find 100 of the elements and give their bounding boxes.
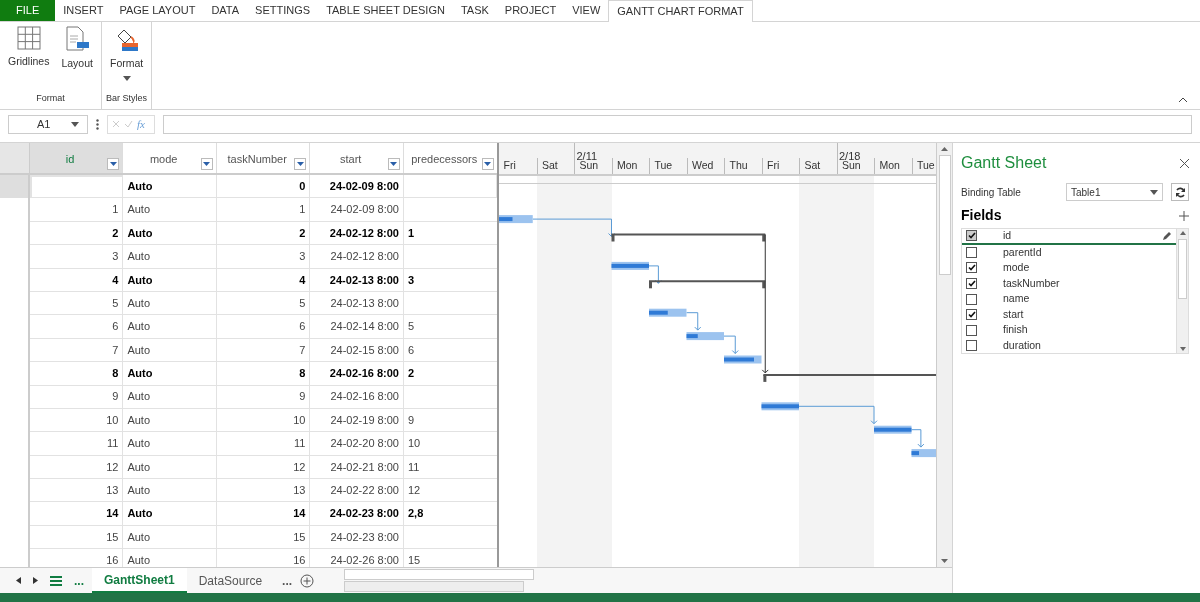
- task-bar[interactable]: [724, 355, 762, 364]
- table-cell: Auto: [123, 245, 217, 269]
- ribbon-button[interactable]: Layout: [57, 26, 97, 92]
- ribbon-tab[interactable]: INSERT: [55, 0, 112, 21]
- summary-bar[interactable]: [610, 233, 767, 242]
- horizontal-scrollbar[interactable]: [344, 581, 525, 592]
- summary-bar[interactable]: [762, 373, 936, 382]
- field-row[interactable]: parentId: [962, 244, 1176, 261]
- task-bar[interactable]: [686, 332, 725, 341]
- field-row[interactable]: name: [962, 291, 1176, 307]
- name-box[interactable]: A1: [8, 114, 88, 134]
- table-cell: 24-02-13 8:00: [310, 291, 404, 316]
- dependency-arrow: [723, 335, 740, 354]
- table-cell: 14: [216, 502, 311, 526]
- table-cell: 8: [216, 362, 311, 386]
- scroll-up-icon[interactable]: [941, 147, 948, 151]
- scrollbar-thumb[interactable]: [938, 155, 951, 275]
- table-cell: 24-02-20 8:00: [310, 432, 404, 456]
- close-icon[interactable]: [1180, 158, 1189, 168]
- scroll-down-icon[interactable]: [1179, 347, 1186, 351]
- day-label: Mon: [616, 158, 638, 174]
- formula-input[interactable]: [163, 114, 1192, 134]
- filter-button[interactable]: [294, 158, 307, 170]
- table-cell: 11: [216, 432, 311, 456]
- field-row[interactable]: mode: [962, 260, 1176, 276]
- field-row[interactable]: taskNumber: [962, 275, 1176, 292]
- filter-button[interactable]: [200, 158, 213, 170]
- checkbox[interactable]: [966, 278, 977, 290]
- ribbon-tab[interactable]: FILE: [0, 0, 56, 21]
- filter-button[interactable]: [481, 158, 494, 170]
- field-row[interactable]: id: [962, 229, 1176, 245]
- dropdown-icon: [71, 121, 79, 127]
- task-bar[interactable]: [649, 308, 687, 317]
- checkbox[interactable]: [966, 262, 977, 274]
- ribbon-tab[interactable]: DATA: [203, 0, 248, 21]
- sheet-tab[interactable]: GanttSheet1: [92, 568, 187, 593]
- next-icon[interactable]: [33, 577, 38, 584]
- more-icon[interactable]: [96, 118, 99, 130]
- field-row[interactable]: finish: [962, 322, 1176, 339]
- day-label: Thu: [729, 158, 748, 174]
- column-header[interactable]: id: [29, 143, 124, 173]
- checkbox[interactable]: [966, 309, 977, 321]
- checkbox[interactable]: [966, 293, 977, 305]
- table-cell: 12: [216, 455, 311, 480]
- ribbon-tab[interactable]: VIEW: [564, 0, 609, 21]
- ribbon-button[interactable]: Gridlines: [4, 26, 54, 92]
- field-row[interactable]: duration: [962, 338, 1176, 353]
- week-label: 2/11: [575, 150, 598, 162]
- ribbon-tab[interactable]: TASK: [452, 0, 497, 21]
- checkbox[interactable]: [966, 340, 977, 352]
- collapse-icon[interactable]: [1178, 97, 1188, 103]
- add-sheet-icon[interactable]: [300, 573, 315, 588]
- refresh-button[interactable]: [1171, 183, 1189, 201]
- table-cell: 24-02-09 8:00: [310, 198, 404, 222]
- scroll-down-icon[interactable]: [941, 559, 948, 563]
- checkbox[interactable]: [966, 324, 977, 336]
- field-row[interactable]: start: [962, 306, 1176, 323]
- more-tabs-button[interactable]: ...: [274, 571, 301, 590]
- task-bar[interactable]: [761, 402, 800, 411]
- table-cell: Auto: [123, 385, 217, 409]
- checkbox[interactable]: [966, 230, 977, 242]
- ribbon-tab[interactable]: PAGE LAYOUT: [111, 0, 204, 21]
- day-label: Wed: [691, 158, 714, 174]
- dependency-arrow: [686, 312, 702, 331]
- table-cell: Auto: [123, 175, 217, 199]
- pencil-icon[interactable]: [1162, 230, 1172, 241]
- table-cell: 2,8: [403, 502, 498, 526]
- ribbon-tab[interactable]: TABLE SHEET DESIGN: [318, 0, 453, 21]
- checkbox[interactable]: [966, 246, 977, 258]
- add-icon[interactable]: [1179, 210, 1189, 221]
- binding-table-select[interactable]: Table1: [1066, 183, 1163, 201]
- ribbon-tab[interactable]: SETTINGS: [247, 0, 319, 21]
- scrollbar-thumb[interactable]: [1178, 239, 1187, 299]
- check-icon[interactable]: [124, 120, 133, 128]
- filter-button[interactable]: [107, 158, 120, 170]
- table-cell: 7: [29, 338, 124, 363]
- menu-icon[interactable]: [50, 575, 62, 586]
- scroll-up-icon[interactable]: [1179, 231, 1186, 235]
- horizontal-scrollbar[interactable]: [344, 569, 535, 580]
- task-bar[interactable]: [611, 261, 650, 270]
- summary-bar[interactable]: [648, 280, 767, 289]
- table-cell: 10: [29, 408, 124, 433]
- ribbon-button[interactable]: Format: [105, 26, 148, 92]
- filter-button[interactable]: [387, 158, 400, 170]
- group-label: Bar Styles: [105, 91, 148, 105]
- table-cell: 15: [29, 525, 124, 550]
- more-tabs-button[interactable]: ...: [74, 571, 84, 590]
- ribbon-tab[interactable]: GANTT CHART FORMAT: [608, 0, 753, 22]
- task-bar[interactable]: [874, 425, 912, 434]
- sheet-tab[interactable]: DataSource: [186, 568, 275, 593]
- table-cell: Auto: [123, 432, 217, 456]
- previous-icon[interactable]: [16, 577, 21, 584]
- task-bar[interactable]: [499, 215, 534, 224]
- dependency-arrow: [911, 429, 925, 448]
- table-cell: Auto: [123, 221, 217, 246]
- vertical-scrollbar[interactable]: [936, 143, 952, 567]
- field-list-scrollbar[interactable]: [1176, 229, 1188, 353]
- dropdown-icon: [1150, 189, 1158, 195]
- ribbon-tab[interactable]: PROJECT: [496, 0, 565, 21]
- table-cell: 1: [29, 198, 124, 222]
